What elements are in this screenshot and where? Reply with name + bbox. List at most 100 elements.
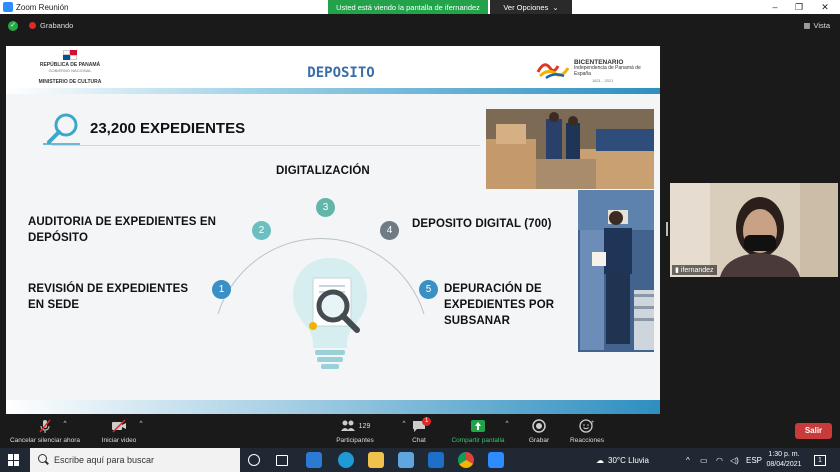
mute-button[interactable]: Cancelar silenciar ahora: [6, 418, 84, 444]
maximize-icon[interactable]: ❐: [786, 0, 812, 14]
edge-icon[interactable]: [338, 452, 354, 468]
step-5-label: DEPURACIÓN DE EXPEDIENTES POR SUBSANAR: [444, 281, 554, 329]
recording-dot-icon: [29, 22, 36, 29]
window-title: Zoom Reunión: [16, 2, 69, 12]
view-options-button[interactable]: Ver Opciones ⌄: [490, 0, 572, 14]
participant-video-tile[interactable]: ▮ ifernandez: [670, 183, 838, 277]
close-icon[interactable]: ✕: [812, 0, 838, 14]
view-label: Vista: [813, 21, 830, 30]
file-explorer-icon[interactable]: [368, 452, 384, 468]
chat-label: Chat: [412, 437, 426, 444]
record-button[interactable]: Grabar: [524, 418, 554, 444]
volume-icon[interactable]: ◁): [730, 448, 739, 472]
slide-divider: [52, 145, 480, 146]
notification-count: 1: [814, 454, 826, 466]
wifi-icon[interactable]: ◠: [716, 448, 723, 472]
mic-muted-icon: [6, 418, 84, 434]
view-button[interactable]: ▦ Vista: [803, 21, 830, 30]
slide-title: DEPOSITO: [307, 65, 375, 81]
smiley-plus-icon: +: [566, 418, 608, 434]
zoom-taskbar-icon[interactable]: [488, 452, 504, 468]
participants-icon: [340, 420, 355, 431]
weather-text: 30°C Lluvia: [608, 455, 649, 465]
header-stripe: [6, 88, 660, 94]
screen-share-banner: Usted está viendo la pantalla de ifernan…: [328, 0, 488, 14]
mail-icon[interactable]: [428, 452, 444, 468]
step-5-node: 5: [419, 280, 438, 299]
windows-taskbar: Escribe aquí para buscar ☁ 30°C Lluvia ^…: [0, 448, 840, 472]
bicentenario-years: 1821 - 2021: [592, 78, 614, 83]
mute-options-chevron-icon[interactable]: ^: [58, 420, 72, 427]
chat-button[interactable]: Chat 1: [404, 417, 434, 444]
zoom-app-icon: [3, 2, 13, 12]
chrome-icon[interactable]: [458, 452, 474, 468]
org-line2: GOBIERNO NACIONAL: [48, 68, 92, 73]
snip-icon[interactable]: [398, 452, 414, 468]
notification-center-icon[interactable]: 1: [814, 448, 826, 472]
step-5-line3: SUBSANAR: [444, 315, 510, 327]
leave-button[interactable]: Salir: [795, 423, 832, 439]
step-1-label: REVISIÓN DE EXPEDIENTES EN SEDE: [28, 281, 198, 313]
step-4-label: DEPOSITO DIGITAL (700): [412, 218, 552, 230]
windows-start-icon[interactable]: [8, 454, 20, 466]
start-video-label: Iniciar video: [101, 437, 137, 444]
tray-chevron-icon[interactable]: ^: [686, 448, 690, 472]
step-2-line2: DEPÓSITO: [28, 232, 89, 244]
participants-count: 129: [358, 422, 371, 430]
clock-time: 1:30 p. m.: [768, 451, 800, 458]
ministry-logo: REPÚBLICA DE PANAMÁ GOBIERNO NACIONAL MI…: [32, 50, 108, 85]
step-5-line2: EXPEDIENTES POR: [444, 299, 555, 311]
cloud-rain-icon: ☁: [596, 455, 604, 465]
zoom-window: Zoom Reunión Usted está viendo la pantal…: [0, 0, 840, 472]
language-indicator[interactable]: ESP: [746, 448, 762, 472]
network-icon[interactable]: ▭: [700, 448, 708, 472]
expedientes-count: 23,200 EXPEDIENTES: [90, 120, 246, 137]
bicentenario-mark-icon: [536, 63, 570, 80]
meeting-toolbar: Cancelar silenciar ahora ^ Iniciar video…: [0, 414, 840, 448]
clock-date: 08/04/2021: [766, 461, 802, 468]
taskbar-search-box[interactable]: Escribe aquí para buscar: [30, 448, 240, 472]
record-icon: [524, 418, 554, 434]
participants-button[interactable]: 129 Participantes: [330, 418, 380, 444]
signal-icon: ▮: [675, 267, 679, 274]
record-label: Grabar: [528, 437, 550, 444]
participant-name-tag: ▮ ifernandez: [672, 265, 717, 275]
grid-icon: ▦: [803, 21, 811, 30]
warehouse-photo-2: [578, 190, 654, 352]
svg-text:+: +: [591, 420, 595, 426]
step-1-node: 1: [212, 280, 231, 299]
shield-icon[interactable]: ✓: [8, 21, 18, 31]
bicentenario-logo: BICENTENARIO Independencia de Panamá de …: [536, 58, 646, 84]
slide-footer-bar: [6, 400, 660, 414]
shared-slide: REPÚBLICA DE PANAMÁ GOBIERNO NACIONAL MI…: [6, 46, 660, 414]
step-2-line1: AUDITORIA DE EXPEDIENTES EN: [28, 216, 217, 228]
participant-name: ifernandez: [680, 266, 714, 274]
reactions-button[interactable]: + Reacciones: [566, 418, 608, 444]
step-2-node: 2: [252, 221, 271, 240]
share-options-chevron-icon[interactable]: ^: [500, 420, 514, 427]
mute-label: Cancelar silenciar ahora: [9, 437, 81, 444]
step-5-line1: DEPURACIÓN DE: [444, 283, 542, 295]
step-3-node: 3: [316, 198, 335, 217]
taskbar-clock[interactable]: 1:30 p. m. 08/04/2021: [762, 450, 806, 470]
minimize-icon[interactable]: –: [762, 0, 788, 14]
weather-widget[interactable]: ☁ 30°C Lluvia: [596, 448, 649, 472]
reactions-label: Reacciones: [570, 437, 604, 444]
video-options-chevron-icon[interactable]: ^: [134, 420, 148, 427]
task-view-icon[interactable]: [276, 455, 288, 466]
warehouse-photo-1: [486, 109, 654, 189]
step-1-line2: EN SEDE: [28, 299, 80, 311]
store-icon[interactable]: [306, 452, 322, 468]
lightbulb-search-icon: [293, 258, 367, 369]
chevron-down-icon: ⌄: [552, 2, 559, 12]
meeting-header: ✓ Grabando ▦ Vista: [0, 14, 840, 38]
panel-resize-handle[interactable]: [666, 222, 668, 236]
panama-flag-icon: [63, 50, 77, 60]
participants-label: Participantes: [336, 437, 374, 444]
step-4-node: 4: [380, 221, 399, 240]
participants-icon-wrap: 129: [330, 418, 380, 434]
step-1-line1: REVISIÓN DE EXPEDIENTES: [28, 283, 189, 295]
step-2-label: AUDITORIA DE EXPEDIENTES EN DEPÓSITO: [28, 214, 238, 246]
cortana-icon[interactable]: [248, 454, 260, 466]
magnifier-icon: [43, 113, 80, 145]
